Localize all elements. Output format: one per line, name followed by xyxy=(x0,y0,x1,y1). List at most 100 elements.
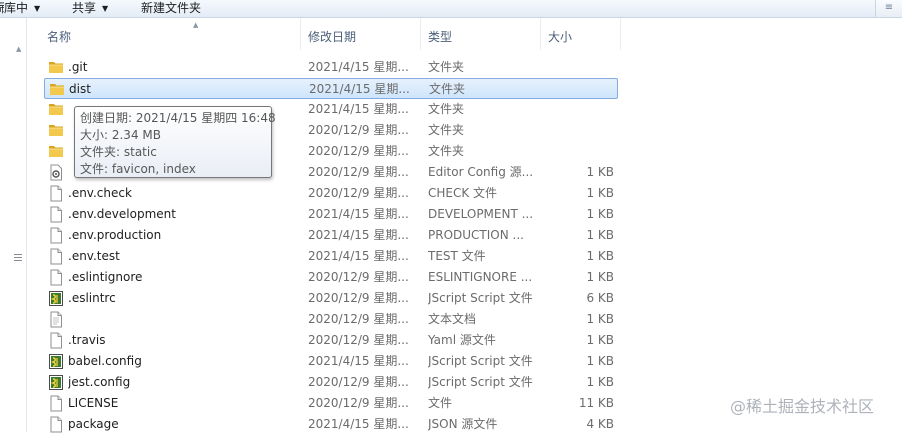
file-name: .env.check xyxy=(68,186,132,200)
view-options-button[interactable]: ≡ xyxy=(875,0,902,17)
file-modified-date: 2020/12/9 星期... xyxy=(308,396,409,410)
file-type: 文件夹 xyxy=(428,123,465,137)
file-modified-date: 2020/12/9 星期... xyxy=(308,375,409,389)
blank-file-icon xyxy=(48,227,64,244)
file-size: 1 KB xyxy=(586,312,614,326)
file-size: 1 KB xyxy=(586,228,614,242)
file-type: 文件 xyxy=(428,396,453,410)
file-row[interactable]: .env.production 2021/4/15 星期... PRODUCTION… xyxy=(44,225,618,246)
jscript-file-icon xyxy=(48,290,64,307)
file-modified-date: 2021/4/15 星期... xyxy=(308,354,409,368)
file-row[interactable]: .eslintignore 2020/12/9 星期... ESLINTIGNORE… xyxy=(44,267,618,288)
folder-icon xyxy=(48,101,64,118)
column-header-date[interactable]: 修改日期 xyxy=(301,18,421,50)
folder-icon xyxy=(49,81,65,98)
file-modified-date: 2021/4/15 星期... xyxy=(308,228,409,242)
share-label: 共享 xyxy=(72,1,97,15)
navigation-pane-edge: ▲ xyxy=(0,18,27,432)
new-folder-label: 新建文件夹 xyxy=(141,1,202,15)
column-type-label: 类型 xyxy=(428,30,453,44)
file-name xyxy=(68,309,296,330)
file-name: LICENSE xyxy=(68,396,119,410)
blank-file-icon xyxy=(48,395,64,412)
include-in-library-button[interactable]: 刷库中▼ xyxy=(0,0,40,17)
file-type: JScript Script 文件 xyxy=(428,291,533,305)
column-name-label: 名称 xyxy=(47,30,72,44)
text-file-icon xyxy=(48,311,64,328)
include-in-library-label: 库中 xyxy=(4,1,29,15)
file-row[interactable]: LICENSE 2020/12/9 星期... 文件 11 KB xyxy=(44,393,618,414)
file-modified-date: 2020/12/9 星期... xyxy=(308,165,409,179)
share-button[interactable]: 共享 ▼ xyxy=(72,0,108,17)
file-size: 1 KB xyxy=(586,207,614,221)
file-row[interactable]: .eslintrc 2020/12/9 星期... JScript Script 文… xyxy=(44,288,618,309)
file-size xyxy=(554,99,614,120)
file-size xyxy=(554,120,614,141)
blank-file-icon xyxy=(48,269,64,286)
scroll-up-icon[interactable]: ▲ xyxy=(16,45,21,53)
file-modified-date: 2020/12/9 星期... xyxy=(308,144,409,158)
tooltip-folders: 文件夹: static xyxy=(80,145,157,159)
view-icon: ≡ xyxy=(884,2,894,13)
file-size: 1 KB xyxy=(586,249,614,263)
file-type: ESLINTIGNORE ... xyxy=(428,270,533,284)
file-type: TEST 文件 xyxy=(428,249,486,263)
file-row[interactable]: .env.development 2021/4/15 星期... DEVELOPME… xyxy=(44,204,618,225)
file-row[interactable]: jest.config 2020/12/9 星期... JScript Script… xyxy=(44,372,618,393)
tooltip-files: 文件: favicon, index xyxy=(80,162,196,176)
blank-file-icon xyxy=(48,206,64,223)
file-modified-date: 2021/4/15 星期... xyxy=(308,207,409,221)
file-row[interactable]: babel.config 2021/4/15 星期... JScript Scrip… xyxy=(44,351,618,372)
file-modified-date: 2020/12/9 星期... xyxy=(308,123,409,137)
tooltip-created-date: 创建日期: 2021/4/15 星期四 16:48 xyxy=(80,111,276,125)
column-header-name[interactable]: 名称 xyxy=(27,18,301,50)
dropdown-arrow-icon: ▼ xyxy=(34,4,41,13)
file-size: 1 KB xyxy=(586,354,614,368)
column-header-bar: ▲ 名称 修改日期 类型 大小 xyxy=(27,18,902,50)
file-row[interactable]: 2020/12/9 星期... 文本文档 1 KB xyxy=(44,309,618,330)
file-modified-date: 2020/12/9 星期... xyxy=(308,312,409,326)
watermark: @稀土掘金技术社区 xyxy=(730,397,875,416)
file-type: Editor Config 源... xyxy=(428,165,534,179)
file-type: Yaml 源文件 xyxy=(428,333,496,347)
column-header-size[interactable]: 大小 xyxy=(541,18,621,50)
file-modified-date: 2021/4/15 星期... xyxy=(308,60,409,74)
file-row-selected[interactable]: dist 2021/4/15 星期... 文件夹 xyxy=(44,78,618,99)
file-type: CHECK 文件 xyxy=(428,186,498,200)
folder-icon xyxy=(48,122,64,139)
file-name: .env.test xyxy=(68,249,120,263)
file-modified-date: 2020/12/9 星期... xyxy=(308,186,409,200)
file-type: 文件夹 xyxy=(428,102,465,116)
pane-splitter-grip[interactable] xyxy=(14,254,22,263)
new-folder-button[interactable]: 新建文件夹 xyxy=(141,0,201,17)
file-size: 1 KB xyxy=(586,165,614,179)
file-type: 文件夹 xyxy=(428,60,465,74)
file-name: .eslintrc xyxy=(68,291,116,305)
file-size: 6 KB xyxy=(586,291,614,305)
file-type: JScript Script 文件 xyxy=(428,375,533,389)
blank-file-icon xyxy=(48,185,64,202)
file-size xyxy=(554,141,614,162)
file-size: 1 KB xyxy=(586,333,614,347)
file-type: PRODUCTION ... xyxy=(428,228,524,242)
blank-file-icon xyxy=(48,416,64,433)
file-modified-date: 2020/12/9 星期... xyxy=(308,291,409,305)
column-size-label: 大小 xyxy=(548,30,573,44)
blank-file-icon xyxy=(48,332,64,349)
jscript-file-icon xyxy=(48,353,64,370)
blank-file-icon xyxy=(48,248,64,265)
column-header-type[interactable]: 类型 xyxy=(421,18,541,50)
file-row[interactable]: .env.test 2021/4/15 星期... TEST 文件 1 KB xyxy=(44,246,618,267)
file-row[interactable]: .travis 2020/12/9 星期... Yaml 源文件 1 KB xyxy=(44,330,618,351)
file-row[interactable]: .env.check 2020/12/9 星期... CHECK 文件 1 KB xyxy=(44,183,618,204)
file-name: dist xyxy=(69,82,91,96)
file-size: 1 KB xyxy=(586,270,614,284)
file-type: 文件夹 xyxy=(429,82,466,96)
file-name: jest.config xyxy=(68,375,131,389)
file-row[interactable]: .git 2021/4/15 星期... 文件夹 xyxy=(44,57,618,78)
file-type: 文本文档 xyxy=(428,312,477,326)
command-bar: 刷库中▼ 共享▼ 新建文件夹 ≡ xyxy=(0,0,902,18)
file-size: 1 KB xyxy=(586,375,614,389)
file-name: .env.production xyxy=(68,228,162,242)
file-name: .travis xyxy=(68,333,106,347)
